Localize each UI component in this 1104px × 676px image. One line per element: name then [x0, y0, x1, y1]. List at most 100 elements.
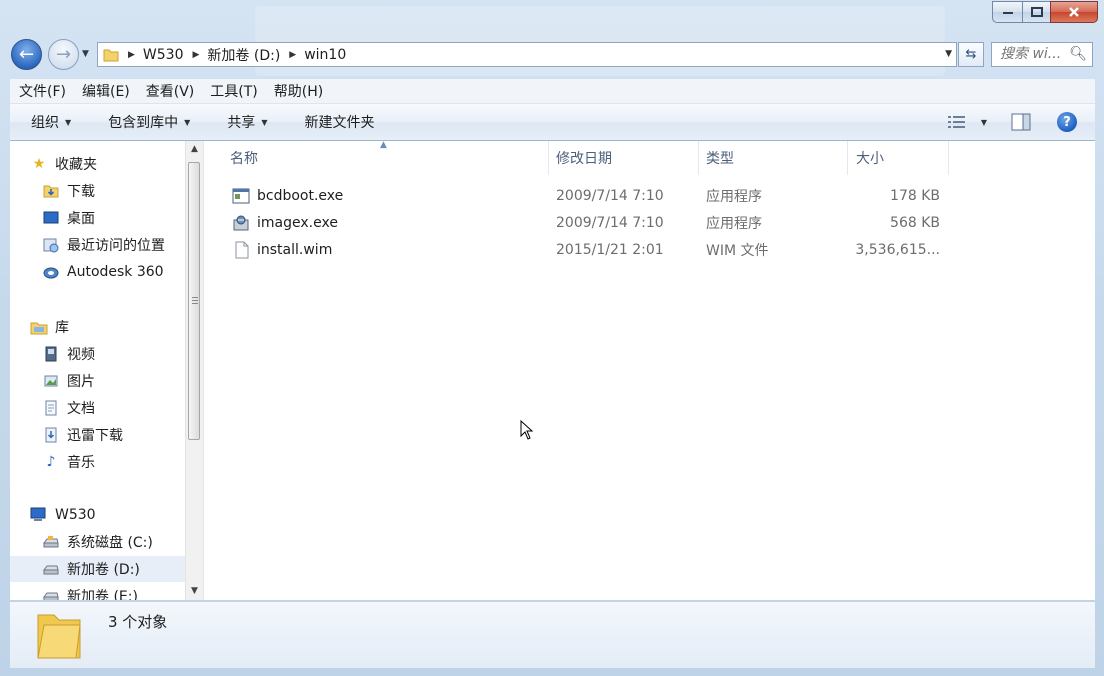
drive-icon: [42, 560, 60, 578]
menu-view[interactable]: 查看(V): [146, 81, 195, 101]
share-button[interactable]: 共享 ▼: [227, 112, 267, 132]
minimize-button[interactable]: [992, 1, 1022, 23]
nav-item-label: Autodesk 360: [67, 264, 164, 280]
nav-computer[interactable]: W530: [30, 502, 203, 528]
nav-item-label: 视频: [67, 347, 95, 363]
nav-item-label: 系统磁盘 (C:): [67, 535, 153, 551]
nav-item-downloads[interactable]: 下载: [42, 178, 203, 204]
breadcrumb-w530[interactable]: W530: [143, 47, 184, 63]
maximize-button[interactable]: [1022, 1, 1050, 23]
breadcrumb-win10[interactable]: win10: [304, 47, 346, 63]
address-bar[interactable]: ▶ W530 ▶ 新加卷 (D:) ▶ win10 ▼: [97, 42, 957, 67]
search-icon[interactable]: 🔍︎: [1069, 46, 1087, 62]
pictures-library-icon: [42, 372, 60, 390]
column-header-label: 修改日期: [556, 151, 612, 167]
file-modified: 2015/1/21 2:01: [556, 242, 664, 258]
blank-file-icon: [235, 241, 249, 259]
nav-item-drive-e[interactable]: 新加卷 (E:): [42, 583, 203, 600]
file-row[interactable]: imagex.exe 2009/7/14 7:10 应用程序 568 KB: [204, 210, 948, 236]
nav-item-pictures[interactable]: 图片: [42, 368, 203, 394]
back-button[interactable]: ←: [11, 39, 42, 70]
file-modified: 2009/7/14 7:10: [556, 215, 664, 231]
close-button[interactable]: [1050, 1, 1098, 23]
nav-favorites-label: 收藏夹: [55, 157, 97, 173]
folder-icon: [37, 614, 81, 659]
column-header-size[interactable]: 大小: [848, 141, 949, 175]
cloud-icon: [42, 263, 60, 281]
nav-libraries-label: 库: [55, 320, 69, 336]
refresh-button[interactable]: ⇆: [958, 42, 984, 67]
forward-button[interactable]: →: [48, 39, 79, 70]
nav-item-label: 新加卷 (D:): [67, 562, 140, 578]
chevron-down-icon: ▼: [184, 117, 191, 127]
recent-pages-dropdown[interactable]: ▼: [82, 49, 89, 59]
recent-places-icon: [42, 236, 60, 254]
maximize-icon: [1030, 7, 1043, 17]
downloads-folder-icon: [42, 182, 60, 200]
breadcrumb-drive-d[interactable]: 新加卷 (D:): [207, 45, 280, 65]
nav-item-documents[interactable]: 文档: [42, 395, 203, 421]
nav-item-label: 桌面: [67, 211, 95, 227]
scroll-up-icon[interactable]: ▲: [186, 141, 203, 158]
nav-favorites[interactable]: ★ 收藏夹: [30, 151, 203, 177]
nav-libraries[interactable]: 库: [30, 314, 203, 340]
nav-item-label: 迅雷下载: [67, 428, 123, 444]
menu-edit[interactable]: 编辑(E): [82, 81, 130, 101]
nav-item-label: 下载: [67, 184, 95, 200]
nav-item-label: 新加卷 (E:): [67, 589, 138, 600]
breadcrumb-separator[interactable]: ▶: [193, 50, 200, 60]
menu-bar: 文件(F) 编辑(E) 查看(V) 工具(T) 帮助(H): [10, 79, 1095, 104]
arrow-right-icon: →: [55, 44, 72, 65]
menu-tools[interactable]: 工具(T): [210, 81, 257, 101]
file-type: 应用程序: [706, 189, 762, 205]
column-header-type[interactable]: 类型: [699, 141, 848, 175]
column-header-modified[interactable]: 修改日期: [549, 141, 699, 175]
file-row[interactable]: install.wim 2015/1/21 2:01 WIM 文件 3,536,…: [204, 237, 948, 263]
file-size: 568 KB: [890, 215, 940, 231]
address-dropdown-icon[interactable]: ▼: [945, 49, 952, 59]
nav-item-desktop[interactable]: 桌面: [42, 205, 203, 231]
file-name: install.wim: [257, 242, 333, 258]
file-name: bcdboot.exe: [257, 188, 344, 204]
computer-icon: [30, 506, 48, 524]
breadcrumb-separator[interactable]: ▶: [128, 50, 135, 60]
star-icon: ★: [32, 156, 46, 172]
file-name: imagex.exe: [257, 215, 338, 231]
include-in-library-button[interactable]: 包含到库中 ▼: [108, 112, 190, 132]
menu-file[interactable]: 文件(F): [19, 81, 66, 101]
documents-library-icon: [42, 399, 60, 417]
nav-item-drive-d[interactable]: 新加卷 (D:): [10, 556, 186, 582]
navigation-scrollbar[interactable]: ▲ ▼: [185, 141, 203, 600]
exe-window-icon: [232, 188, 250, 204]
video-library-icon: [42, 345, 60, 363]
scrollbar-thumb[interactable]: [188, 162, 200, 440]
scroll-down-icon[interactable]: ▼: [186, 583, 203, 600]
navigation-pane: ★ 收藏夹 下载 桌面 最近访问的位置 Autodesk 360 库 视频 图片…: [10, 141, 204, 600]
folder-icon: [103, 49, 119, 61]
nav-item-xunlei-downloads[interactable]: 迅雷下载: [42, 422, 203, 448]
details-pane: 3 个对象: [10, 601, 1095, 668]
nav-item-videos[interactable]: 视频: [42, 341, 203, 367]
file-row[interactable]: bcdboot.exe 2009/7/14 7:10 应用程序 178 KB: [204, 183, 948, 209]
view-details-icon[interactable]: [947, 114, 967, 130]
chevron-down-icon: ▼: [65, 117, 72, 127]
nav-item-drive-c[interactable]: 系统磁盘 (C:): [42, 529, 203, 555]
nav-item-music[interactable]: ♪ 音乐: [42, 449, 203, 475]
help-icon[interactable]: ?: [1057, 112, 1077, 132]
view-options-dropdown-icon[interactable]: ▼: [981, 118, 987, 127]
preview-pane-icon[interactable]: [1011, 113, 1031, 131]
organize-button[interactable]: 组织 ▼: [31, 112, 71, 132]
new-folder-button[interactable]: 新建文件夹: [304, 112, 374, 132]
nav-item-autodesk-360[interactable]: Autodesk 360: [42, 259, 203, 285]
breadcrumb-separator[interactable]: ▶: [289, 50, 296, 60]
nav-item-label: 音乐: [67, 455, 95, 471]
menu-help[interactable]: 帮助(H): [274, 81, 323, 101]
nav-computer-label: W530: [55, 507, 96, 523]
search-box[interactable]: 🔍︎: [991, 42, 1093, 67]
file-size: 178 KB: [890, 188, 940, 204]
music-note-icon: ♪: [46, 454, 56, 470]
nav-item-recent-places[interactable]: 最近访问的位置: [42, 232, 203, 258]
organize-label: 组织: [31, 115, 59, 131]
column-header-name[interactable]: 名称 ▲: [204, 140, 549, 175]
search-input[interactable]: [1000, 43, 1076, 64]
